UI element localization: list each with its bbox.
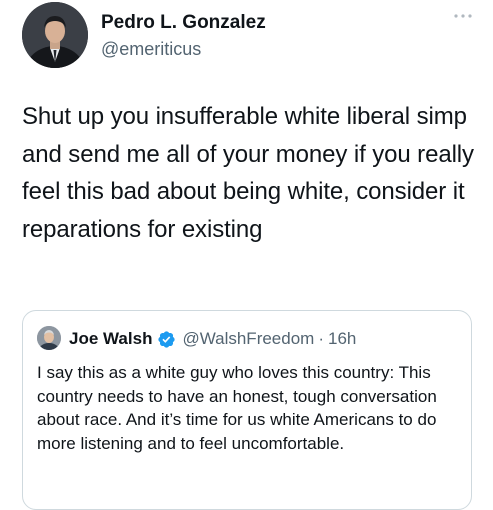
quoted-author-name[interactable]: Joe Walsh: [69, 328, 152, 350]
tweet-text: Shut up you insufferable white liberal s…: [22, 103, 474, 243]
tweet: Pedro L. Gonzalez @emeriticus Shut up yo…: [0, 0, 493, 510]
author-avatar[interactable]: [22, 2, 88, 68]
quoted-tweet-text: I say this as a white guy who loves this…: [37, 363, 437, 453]
quoted-tweet-timestamp[interactable]: 16h: [328, 328, 356, 350]
quoted-tweet-header: Joe Walsh @WalshFreedom · 16h: [69, 328, 356, 350]
quoted-tweet-card[interactable]: Joe Walsh @WalshFreedom · 16h I say this…: [22, 310, 472, 510]
header-separator: ·: [318, 329, 325, 348]
quoted-author-avatar[interactable]: [37, 326, 61, 350]
author-handle[interactable]: @emeriticus: [101, 39, 201, 60]
quoted-author-handle[interactable]: @WalshFreedom: [182, 328, 314, 350]
more-horizontal-icon[interactable]: [452, 11, 474, 21]
avatar-photo-icon: [37, 326, 61, 350]
verified-badge-icon: [158, 330, 176, 348]
author-display-name[interactable]: Pedro L. Gonzalez: [101, 12, 266, 34]
avatar-photo-icon: [22, 2, 88, 68]
